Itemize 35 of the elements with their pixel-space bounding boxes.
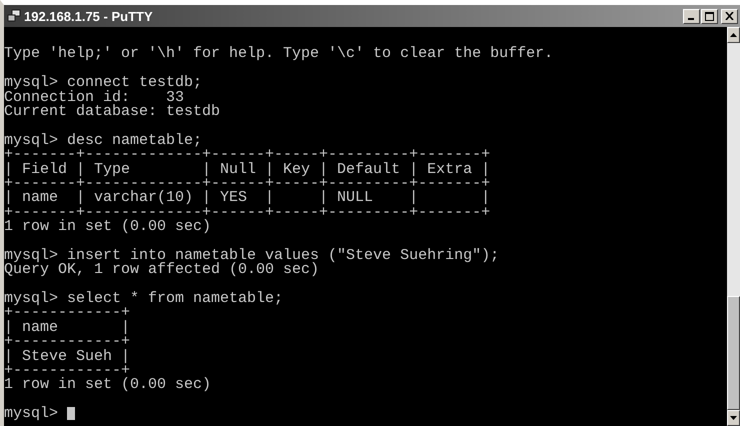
computer-icon (7, 9, 21, 23)
terminal-line: 1 row in set (0.00 sec) (4, 220, 212, 234)
close-button[interactable] (721, 8, 738, 24)
scroll-up-button[interactable] (727, 27, 740, 43)
maximize-icon (705, 12, 714, 20)
terminal-line: +-------+-------------+------+-----+---------+-------+ (4, 206, 490, 220)
close-icon (725, 12, 734, 20)
down-arrow-icon (730, 416, 737, 420)
terminal-line: | Field | Type | Null | Key | Default | Extra | (4, 162, 490, 177)
up-arrow-icon (730, 33, 737, 37)
terminal-prompt: mysql> (4, 407, 58, 422)
scrollbar-thumb[interactable] (727, 296, 740, 410)
terminal-line: +-------+-------------+------+-----+---------+-------+ (4, 176, 490, 192)
terminal-line: | name | (4, 320, 130, 336)
terminal-line: +------------+ (4, 335, 130, 350)
terminal-line: 1 row in set (0.00 sec) (4, 378, 212, 393)
text-cursor (67, 407, 76, 420)
terminal-line: +------------+ (4, 364, 130, 378)
terminal-line: mysql> select * from nametable; (4, 292, 284, 306)
window-title: 192.168.1.75 - PuTTY (24, 8, 154, 24)
terminal-line: mysql> desc nametable; (4, 134, 202, 148)
terminal-line: mysql> insert into nametable values ("Steve Suehring"); (4, 248, 500, 264)
scroll-down-button[interactable] (727, 410, 740, 426)
maximize-button[interactable] (701, 8, 718, 24)
terminal-line: +-------+-------------+------+-----+---------+-------+ (4, 148, 490, 163)
terminal-line: | name | varchar(10) | YES | | NULL | | (4, 191, 490, 206)
terminal-line: Connection id: 33 (4, 90, 184, 105)
terminal-line: | Steve Sueh | (4, 350, 130, 364)
terminal-line: Type 'help;' or '\h' for help. Type '\c' to clear the buffer. (4, 47, 554, 62)
terminal-line: mysql> connect testdb; (4, 76, 202, 91)
terminal-line: Query OK, 1 row affected (0.00 sec) (4, 263, 320, 278)
terminal-line: Current database: testdb (4, 104, 220, 120)
terminal-line: +------------+ (4, 306, 130, 321)
scrollbar[interactable] (727, 27, 740, 426)
minimize-button[interactable] (683, 8, 700, 24)
